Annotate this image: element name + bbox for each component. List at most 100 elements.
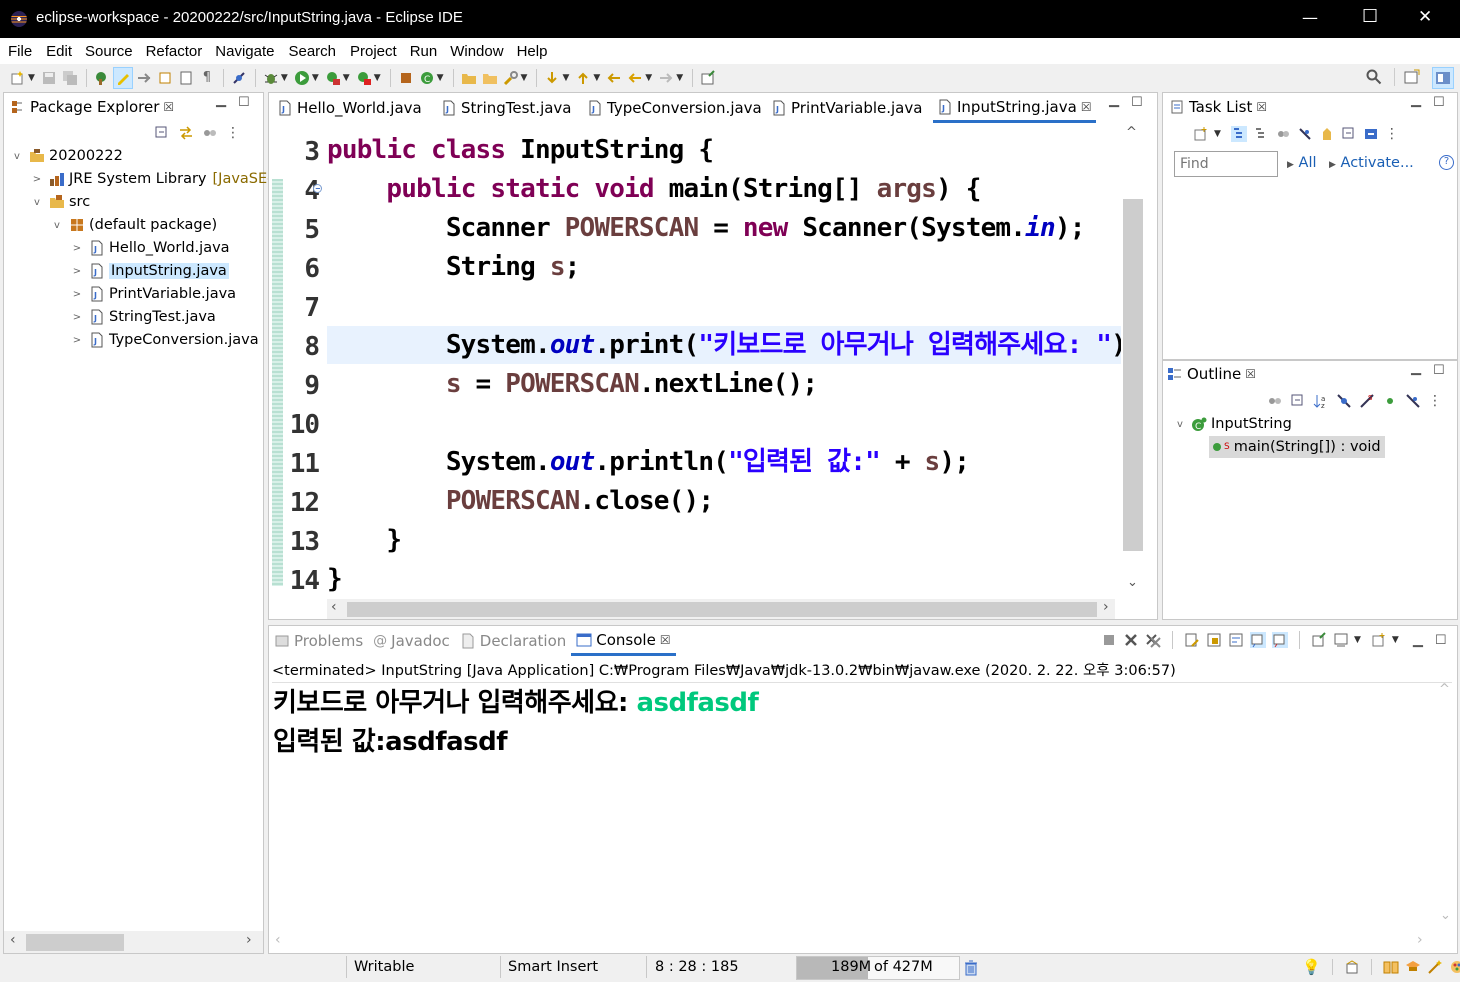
- tips-icon[interactable]: 💡: [1302, 958, 1321, 976]
- menu-edit[interactable]: Edit: [46, 43, 72, 60]
- code-line[interactable]: }: [327, 560, 343, 599]
- task-list-tab[interactable]: Task List ☒: [1169, 98, 1267, 116]
- code-line[interactable]: POWERSCAN.close();: [327, 482, 714, 521]
- tree-item[interactable]: > J PrintVariable.java: [70, 283, 236, 305]
- heap-status[interactable]: 189M of 427M: [796, 956, 960, 980]
- show-on-output-icon[interactable]: [1250, 632, 1266, 648]
- menu-run[interactable]: Run: [410, 43, 438, 60]
- skip-breakpoints-icon[interactable]: [229, 67, 249, 89]
- task-view-menu-icon[interactable]: ⋮: [1385, 126, 1399, 142]
- outline-method-node[interactable]: S main(String[]) : void: [1209, 436, 1385, 458]
- collapse-all-icon[interactable]: [154, 125, 170, 141]
- save-icon[interactable]: [39, 67, 59, 89]
- block-selection-icon[interactable]: [176, 67, 196, 89]
- open-folder-icon[interactable]: [459, 67, 479, 89]
- tree-toggle[interactable]: v: [30, 197, 44, 208]
- console-vscrollbar[interactable]: ^ ⌄: [1435, 682, 1457, 930]
- hscroll-thumb[interactable]: [26, 934, 124, 951]
- forward-icon[interactable]: [656, 67, 676, 89]
- editor-minimize-button[interactable]: ▁: [1109, 93, 1119, 108]
- fold-toggle-icon[interactable]: −: [313, 184, 322, 193]
- task-maximize-button[interactable]: ☐: [1433, 95, 1445, 110]
- menu-search[interactable]: Search: [288, 43, 336, 60]
- editor-hscroll-thumb[interactable]: [347, 602, 1097, 617]
- tree-toggle[interactable]: >: [30, 174, 44, 185]
- tree-item[interactable]: > J InputString.java: [70, 260, 229, 282]
- editor-tab[interactable]: J TypeConversion.java: [583, 93, 766, 123]
- task-activate-link[interactable]: ▶ Activate...: [1329, 155, 1414, 171]
- tree-item[interactable]: v (default package): [50, 214, 217, 236]
- remove-launch-icon[interactable]: [1123, 632, 1139, 648]
- categorized-icon[interactable]: [1230, 126, 1247, 142]
- terminate-icon[interactable]: [1101, 632, 1117, 648]
- console-output[interactable]: 키보드로 아무거나 입력해주세요: asdfasdf 입력된 값:asdfasd…: [273, 684, 1433, 930]
- new-java-class-icon[interactable]: C: [417, 67, 437, 89]
- view-menu-icon[interactable]: ⋮: [226, 125, 240, 141]
- task-find-input[interactable]: [1174, 151, 1278, 177]
- code-line[interactable]: s = POWERSCAN.nextLine();: [327, 365, 818, 404]
- code-line[interactable]: System.out.println("입력된 값:" + s);: [327, 443, 970, 482]
- filter-complete-icon[interactable]: [1297, 126, 1313, 142]
- show-whitespace-icon[interactable]: ¶: [197, 67, 217, 89]
- show-on-error-icon[interactable]: [1272, 632, 1288, 648]
- outline-view-menu-icon[interactable]: ⋮: [1428, 393, 1442, 409]
- tree-item[interactable]: v 20200222: [10, 145, 123, 167]
- outline-tab[interactable]: Outline ☒: [1167, 365, 1256, 383]
- menu-refactor[interactable]: Refactor: [146, 43, 203, 60]
- clear-console-icon[interactable]: [1184, 632, 1200, 648]
- close-tab-icon[interactable]: ☒: [163, 100, 174, 114]
- console-minimize-button[interactable]: ▁: [1413, 633, 1423, 648]
- tree-item[interactable]: > J TypeConversion.java: [70, 329, 259, 351]
- bottom-tab-problems[interactable]: Problems: [269, 626, 368, 656]
- search-tool-icon[interactable]: [501, 67, 521, 89]
- next-annotation-icon[interactable]: [542, 67, 562, 89]
- tree-toggle[interactable]: v: [10, 151, 24, 162]
- magic-icon[interactable]: [1427, 959, 1443, 975]
- pin-console-icon[interactable]: [1311, 632, 1327, 648]
- code-line[interactable]: public static void main(String[] args) {: [327, 170, 981, 209]
- open-task-icon[interactable]: [480, 67, 500, 89]
- console-hscrollbar[interactable]: ‹ ›: [269, 932, 1435, 953]
- coverage-icon[interactable]: [323, 67, 343, 89]
- tasks-trim-icon[interactable]: [1344, 959, 1360, 975]
- scroll-lock-icon[interactable]: [1206, 632, 1222, 648]
- mark-occurrences-icon[interactable]: [155, 67, 175, 89]
- java-perspective-icon[interactable]: [1432, 67, 1454, 89]
- previous-annotation-icon[interactable]: [573, 67, 593, 89]
- editor-tab[interactable]: J StringTest.java: [437, 93, 576, 123]
- word-wrap-icon[interactable]: [1228, 632, 1244, 648]
- close-tab-icon[interactable]: ☒: [1081, 100, 1092, 114]
- open-console-icon[interactable]: [1371, 632, 1387, 648]
- task-all-link[interactable]: ▶ All: [1287, 155, 1317, 171]
- debug-icon[interactable]: [261, 67, 281, 89]
- code-line[interactable]: public class InputString {: [327, 131, 714, 170]
- new-icon[interactable]: [8, 67, 28, 89]
- search-icon[interactable]: [1366, 69, 1382, 85]
- help-icon[interactable]: ?: [1439, 155, 1454, 170]
- tree-toggle[interactable]: >: [70, 312, 84, 323]
- code-line[interactable]: System.out.print("키보드로 아무거나 입력해주세요: ");: [327, 326, 1142, 365]
- tree-item[interactable]: v src: [30, 191, 90, 213]
- maximize-view-button[interactable]: ☐: [238, 95, 250, 110]
- garbage-collect-icon[interactable]: [963, 960, 979, 976]
- menu-source[interactable]: Source: [85, 43, 133, 60]
- sort-icon[interactable]: az: [1313, 393, 1329, 409]
- bottom-tab-console[interactable]: Console ☒: [571, 626, 676, 656]
- new-java-project-icon[interactable]: [396, 67, 416, 89]
- bottom-tab-declaration[interactable]: Declaration: [455, 626, 571, 656]
- menu-file[interactable]: File: [8, 43, 32, 60]
- menu-help[interactable]: Help: [517, 43, 548, 60]
- outline-collapse-icon[interactable]: [1290, 393, 1306, 409]
- tree-toggle[interactable]: >: [70, 289, 84, 300]
- scheduled-icon[interactable]: [1253, 126, 1269, 142]
- editor-vscrollbar[interactable]: ^ ⌄: [1121, 123, 1145, 599]
- menu-project[interactable]: Project: [350, 43, 397, 60]
- close-tab-icon[interactable]: ☒: [660, 633, 671, 647]
- tree-item[interactable]: > J StringTest.java: [70, 306, 216, 328]
- back-icon[interactable]: [625, 67, 645, 89]
- new-task-icon[interactable]: [1193, 126, 1209, 142]
- outline-filter-icon[interactable]: [1267, 393, 1283, 409]
- editor-body[interactable]: 3 public class InputString {4− public sta…: [269, 123, 1157, 599]
- vscroll-thumb[interactable]: [1123, 199, 1143, 551]
- bottom-tab-javadoc[interactable]: @ Javadoc: [368, 626, 455, 656]
